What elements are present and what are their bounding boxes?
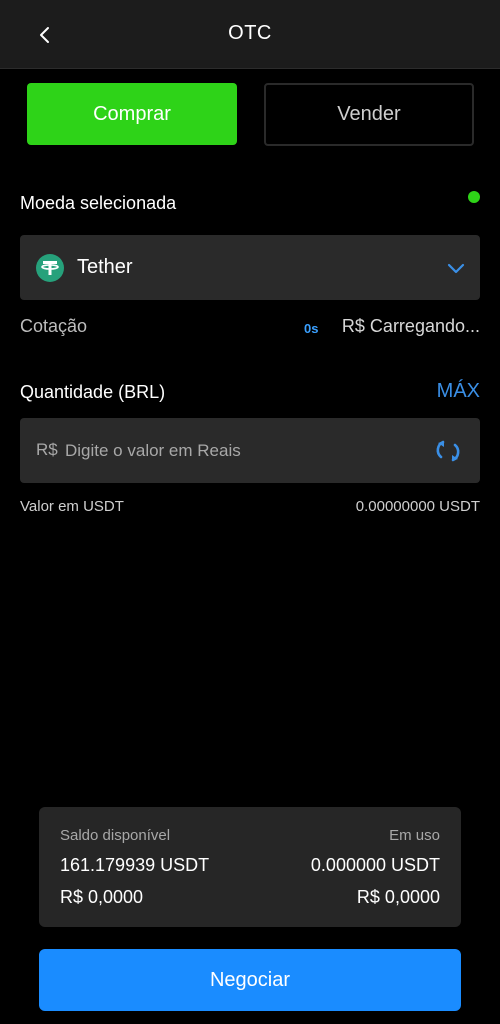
currency-prefix: R$ — [36, 440, 58, 459]
in-use-usdt: 0.000000 USDT — [310, 855, 440, 875]
sell-button[interactable]: Vender — [264, 83, 474, 146]
online-status-dot — [468, 191, 480, 203]
tether-icon — [36, 254, 64, 282]
in-use-label: Em uso — [389, 827, 440, 844]
quote-label: Cotação — [20, 316, 88, 336]
available-brl: R$ 0,0000 — [60, 887, 144, 907]
max-button[interactable]: MÁX — [437, 380, 480, 403]
buy-button[interactable]: Comprar — [27, 83, 237, 145]
trade-button[interactable]: Negociar — [39, 949, 461, 1011]
refresh-swap-icon[interactable] — [434, 438, 462, 464]
in-use-brl: R$ 0,0000 — [356, 887, 440, 907]
coin-section-label: Moeda selecionada — [20, 193, 177, 213]
available-balance-label: Saldo disponível — [60, 827, 171, 844]
amount-input-box: R$ — [20, 418, 480, 483]
quote-value: R$ Carregando... — [341, 316, 480, 336]
coin-select-dropdown[interactable]: Tether — [20, 235, 480, 300]
app-header: OTC — [0, 0, 500, 69]
chevron-down-icon — [447, 263, 465, 274]
selected-coin-name: Tether — [77, 256, 133, 278]
amount-input[interactable] — [65, 436, 415, 466]
available-usdt: 161.179939 USDT — [60, 855, 210, 875]
page-title: OTC — [228, 22, 272, 44]
conversion-label: Valor em USDT — [20, 498, 124, 515]
balance-card: Saldo disponível Em uso 161.179939 USDT … — [39, 807, 461, 927]
quote-timer: 0s — [304, 321, 319, 336]
conversion-value: 0.00000000 USDT — [355, 498, 480, 515]
amount-label: Quantidade (BRL) — [20, 382, 166, 402]
